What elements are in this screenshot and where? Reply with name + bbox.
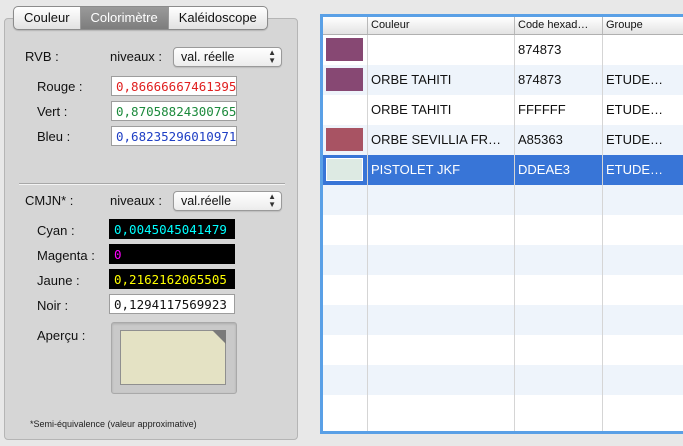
column-divider: [602, 35, 603, 431]
apercu-label: Aperçu :: [37, 328, 86, 343]
color-name-cell: ORBE SEVILLIA FR…: [371, 132, 502, 147]
column-divider: [514, 35, 515, 431]
group-cell: ETUDE…: [606, 162, 664, 177]
table-header: Couleur Code hexad… Groupe: [323, 17, 683, 35]
header-groupe[interactable]: Groupe: [603, 17, 683, 34]
table-row[interactable]: [323, 395, 683, 425]
color-swatch: [326, 128, 363, 151]
select-arrows-icon: ▲ ▼: [268, 192, 276, 209]
table-body: 874873 ORBE TAHITI 874873 ETUDE… ORBE TAHITI…: [323, 35, 683, 425]
cmjn-levels-label: niveaux :: [110, 193, 163, 208]
rouge-field[interactable]: 0,8666666746139526: [111, 76, 237, 96]
group-cell: ETUDE…: [606, 72, 664, 87]
cmjn-mode-value: val.réelle: [181, 194, 232, 208]
header-code-hex[interactable]: Code hexad…: [515, 17, 603, 34]
bleu-field[interactable]: 0,6823529601097107: [111, 126, 237, 146]
noir-label: Noir :: [37, 298, 69, 313]
rvb-levels-label: niveaux :: [110, 49, 163, 64]
hex-code-cell: 874873: [518, 42, 562, 57]
color-name-cell: PISTOLET JKF: [371, 162, 461, 177]
table-row[interactable]: 874873: [323, 35, 683, 65]
cyan-field[interactable]: 0,0045045041479: [109, 219, 235, 239]
color-swatch: [326, 68, 363, 91]
header-couleur[interactable]: Couleur: [368, 17, 515, 34]
table-row[interactable]: [323, 365, 683, 395]
magenta-label: Magenta :: [37, 248, 95, 263]
jaune-label: Jaune :: [37, 273, 80, 288]
section-divider: [19, 183, 285, 185]
colorimeter-panel: RVB : niveaux : val. réelle ▲ ▼ Rouge : 0…: [4, 18, 298, 440]
tab-colorimetre[interactable]: Colorimètre: [80, 7, 169, 29]
hex-code-cell: DDEAE3: [518, 162, 571, 177]
apercu-preview-well: [111, 322, 237, 394]
table-row[interactable]: ORBE SEVILLIA FR… A85363 ETUDE…: [323, 125, 683, 155]
select-arrows-icon: ▲ ▼: [268, 48, 276, 65]
table-row[interactable]: [323, 275, 683, 305]
group-cell: ETUDE…: [606, 102, 664, 117]
tab-bar: Couleur Colorimètre Kaléidoscope: [13, 6, 268, 30]
rvb-mode-select[interactable]: val. réelle ▲ ▼: [173, 47, 282, 67]
column-divider: [367, 35, 368, 431]
vert-label: Vert :: [37, 104, 68, 119]
footnote: *Semi-équivalence (valeur approximative): [30, 419, 197, 429]
tab-couleur[interactable]: Couleur: [14, 7, 81, 29]
jaune-field[interactable]: 0,2162162065505: [109, 269, 235, 289]
table-row[interactable]: [323, 185, 683, 215]
group-cell: [603, 35, 683, 65]
rouge-label: Rouge :: [37, 79, 83, 94]
header-swatch[interactable]: [323, 17, 368, 34]
color-name-cell: ORBE TAHITI: [371, 72, 452, 87]
color-name-cell: [368, 35, 515, 65]
color-swatch: [326, 158, 363, 181]
hex-code-cell: FFFFFF: [518, 102, 566, 117]
tab-kaleidoscope[interactable]: Kaléidoscope: [169, 7, 267, 29]
table-row[interactable]: PISTOLET JKF DDEAE3 ETUDE…: [323, 155, 683, 185]
bleu-label: Bleu :: [37, 129, 71, 144]
rvb-title: RVB :: [25, 49, 59, 64]
hex-code-cell: A85363: [518, 132, 563, 147]
table-row[interactable]: ORBE TAHITI 874873 ETUDE…: [323, 65, 683, 95]
table-row[interactable]: [323, 245, 683, 275]
table-row[interactable]: ORBE TAHITI FFFFFF ETUDE…: [323, 95, 683, 125]
table-row[interactable]: [323, 215, 683, 245]
group-cell: ETUDE…: [606, 132, 664, 147]
color-name-cell: ORBE TAHITI: [371, 102, 452, 117]
table-row[interactable]: [323, 335, 683, 365]
magenta-field[interactable]: 0: [109, 244, 235, 264]
color-swatch: [326, 38, 363, 61]
vert-field[interactable]: 0,8705882430076599: [111, 101, 237, 121]
cyan-label: Cyan :: [37, 223, 75, 238]
apercu-color-swatch: [120, 330, 226, 385]
hex-code-cell: 874873: [518, 72, 562, 87]
cmjn-title: CMJN* :: [25, 193, 74, 208]
rvb-mode-value: val. réelle: [181, 50, 235, 64]
color-swatch: [326, 98, 363, 121]
page-curl-icon: [212, 330, 226, 344]
table-row[interactable]: [323, 305, 683, 335]
color-table[interactable]: Couleur Code hexad… Groupe 874873 ORBE TA…: [320, 14, 683, 434]
cmjn-mode-select[interactable]: val.réelle ▲ ▼: [173, 191, 282, 211]
noir-field[interactable]: 0,1294117569923: [109, 294, 235, 314]
